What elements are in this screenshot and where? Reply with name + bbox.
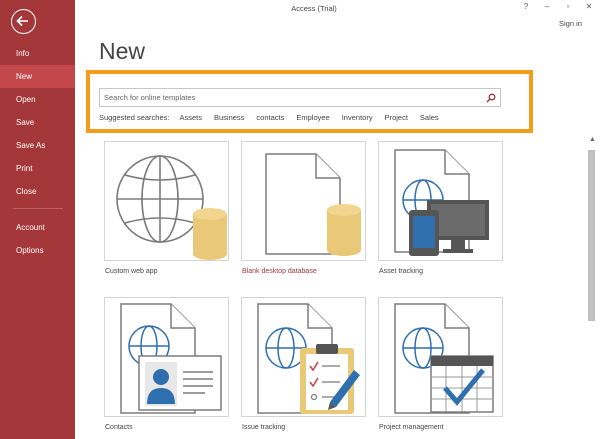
template-project-management[interactable] [378, 297, 503, 417]
globe-database-icon [116, 155, 227, 260]
backstage-sidebar: Info New Open Save Save As Print Close A… [0, 0, 75, 439]
template-label[interactable]: Blank desktop database [242, 268, 317, 275]
window-title: Access (Trial) [291, 4, 337, 13]
suggestion-link[interactable]: Project [385, 113, 408, 122]
nav-save[interactable]: Save [0, 111, 75, 134]
suggestion-link[interactable]: contacts [256, 113, 284, 122]
page-title: New [99, 38, 146, 64]
document-calendar-icon [394, 303, 494, 414]
scroll-up-arrow-icon[interactable]: ▲ [589, 136, 596, 143]
help-button[interactable]: ? [521, 2, 531, 11]
template-custom-web-app[interactable] [104, 141, 229, 261]
close-window-button[interactable]: ✕ [584, 2, 594, 11]
document-clipboard-icon [257, 303, 360, 414]
window-controls: ? – ▫ ✕ [521, 2, 594, 11]
back-arrow-icon [16, 15, 28, 27]
nav-close[interactable]: Close [0, 180, 75, 203]
suggestion-link[interactable]: Inventory [342, 113, 373, 122]
scroll-thumb[interactable] [588, 150, 595, 321]
template-label[interactable]: Asset tracking [379, 268, 423, 275]
template-contacts[interactable] [104, 297, 229, 417]
search-box[interactable] [99, 88, 501, 107]
search-input[interactable] [100, 89, 480, 106]
nav-account[interactable]: Account [0, 216, 75, 239]
back-button[interactable] [11, 9, 36, 34]
suggestion-link[interactable]: Employee [296, 113, 329, 122]
nav-open[interactable]: Open [0, 88, 75, 111]
suggested-searches-label: Suggested searches: [99, 113, 170, 122]
document-devices-icon [394, 149, 489, 256]
suggested-searches: Suggested searches: Assets Business cont… [99, 113, 451, 122]
document-database-icon [265, 153, 361, 256]
template-label[interactable]: Issue tracking [242, 424, 285, 431]
template-blank-desktop-database[interactable] [241, 141, 366, 261]
nav-save-as[interactable]: Save As [0, 134, 75, 157]
suggestion-link[interactable]: Business [214, 113, 244, 122]
template-issue-tracking[interactable] [241, 297, 366, 417]
template-label[interactable]: Custom web app [105, 268, 158, 275]
nav-info[interactable]: Info [0, 42, 75, 65]
nav-print[interactable]: Print [0, 157, 75, 180]
minimize-button[interactable]: – [542, 2, 552, 11]
suggestion-link[interactable]: Sales [420, 113, 439, 122]
nav-new[interactable]: New [0, 65, 75, 88]
search-icon[interactable] [486, 93, 496, 103]
restore-button[interactable]: ▫ [563, 2, 573, 11]
sidebar-divider [13, 208, 63, 209]
suggestion-link[interactable]: Assets [179, 113, 202, 122]
template-label[interactable]: Contacts [105, 424, 133, 431]
nav-options[interactable]: Options [0, 239, 75, 262]
vertical-scrollbar[interactable]: ▲ [587, 136, 597, 439]
sign-in-link[interactable]: Sign in [559, 19, 582, 28]
template-asset-tracking[interactable] [378, 141, 503, 261]
template-label[interactable]: Project management [379, 424, 444, 431]
document-contact-card-icon [120, 303, 222, 414]
